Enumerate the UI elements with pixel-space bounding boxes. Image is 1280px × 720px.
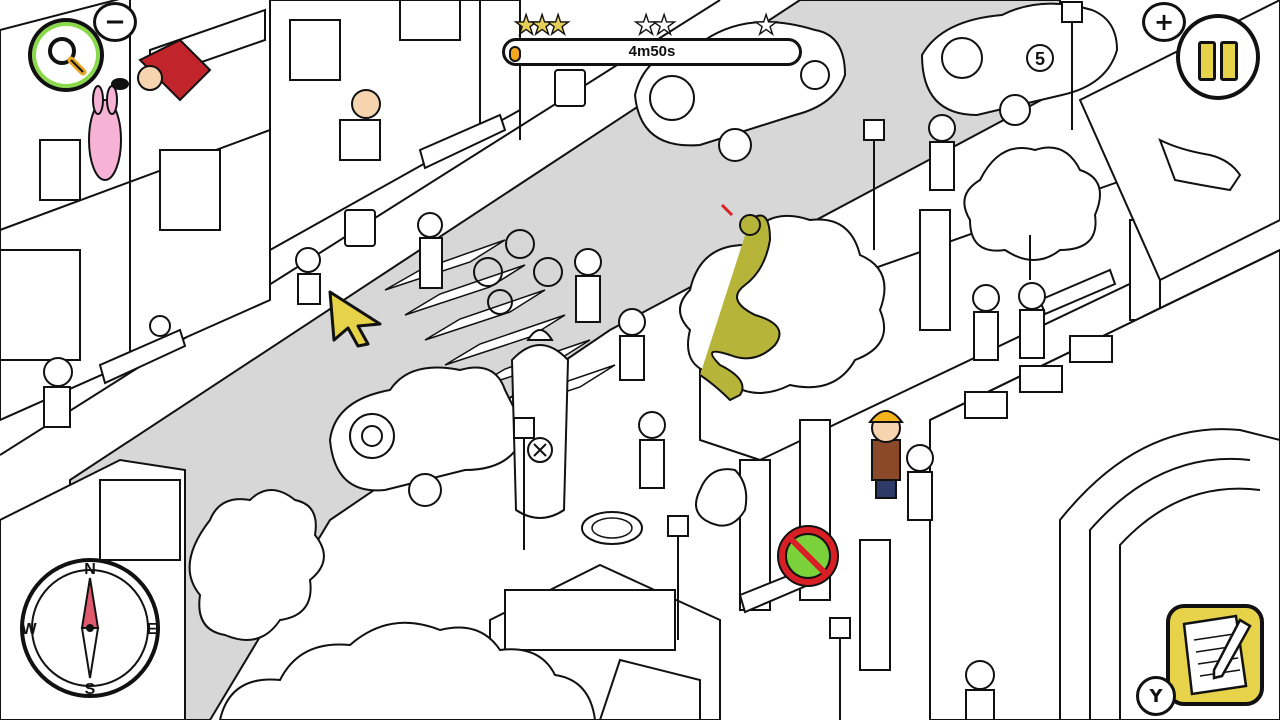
star-icon: ★ — [545, 10, 571, 41]
timer-progress-bar: 4m50s — [502, 38, 802, 66]
compass-north: N — [84, 561, 96, 578]
compass-south: S — [85, 681, 96, 698]
pink-bunny-character[interactable] — [88, 85, 122, 181]
pointer-arrow-icon — [328, 290, 382, 348]
magnifier-icon — [48, 37, 87, 76]
game-screen: 5 − ★ ★ ★ ★ ★ ★ 4m50s + N S E W Y — [0, 0, 1280, 720]
city-scene[interactable]: 5 — [0, 0, 1280, 720]
miner-character[interactable] — [868, 410, 904, 499]
compass[interactable]: N S E W — [18, 556, 162, 700]
race-car-number: 5 — [1035, 49, 1045, 69]
zoom-in-label: + — [1153, 8, 1175, 36]
zoom-out-button[interactable]: − — [93, 2, 137, 42]
notes-shortcut-label: Y — [1149, 685, 1163, 707]
zoom-out-label: − — [104, 7, 126, 37]
star-empty-icon: ★ — [753, 10, 779, 41]
timer-text: 4m50s — [628, 43, 676, 60]
notebook-pencil-icon — [1182, 614, 1252, 696]
notebook-button[interactable] — [1164, 602, 1266, 708]
no-entry-sign — [777, 525, 839, 587]
notes-shortcut-badge[interactable]: Y — [1136, 676, 1176, 716]
compass-east: E — [147, 621, 158, 638]
star-empty-icon: ★ — [651, 10, 677, 41]
zoom-in-button[interactable]: + — [1142, 2, 1186, 42]
manhole-inner — [591, 517, 633, 539]
pause-icon — [1196, 19, 1240, 95]
timer-panel: ★ ★ ★ ★ ★ ★ 4m50s — [500, 10, 804, 70]
magnifier-button[interactable] — [28, 18, 104, 92]
pause-button[interactable] — [1176, 14, 1260, 100]
compass-west: W — [21, 621, 37, 638]
